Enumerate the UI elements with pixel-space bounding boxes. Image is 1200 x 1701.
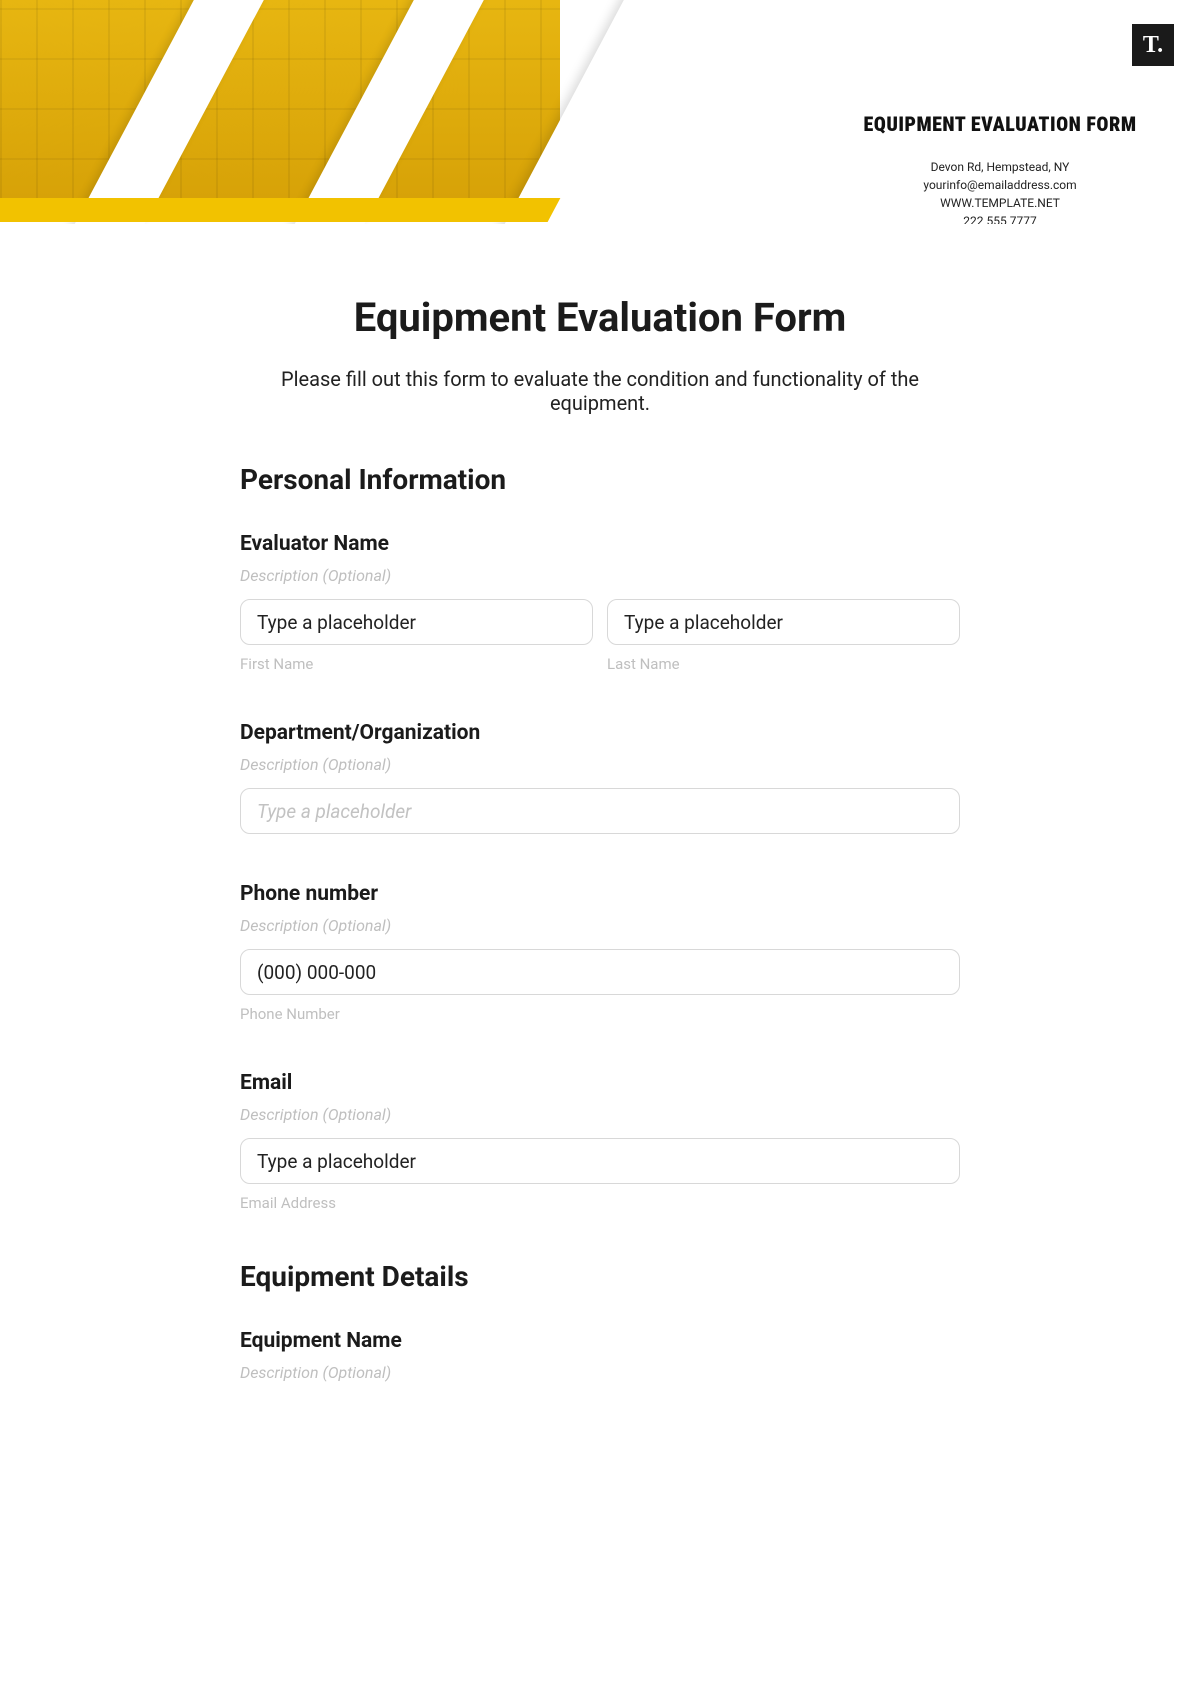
section-equipment-heading: Equipment Details [240, 1260, 960, 1293]
form-container: Equipment Evaluation Form Please fill ou… [190, 294, 1010, 1436]
contact-email: yourinfo@emailaddress.com [840, 176, 1160, 194]
field-description: Description (Optional) [240, 755, 960, 774]
field-equipment-name: Equipment Name Description (Optional) [240, 1329, 960, 1382]
phone-input[interactable] [240, 949, 960, 995]
field-department: Department/Organization Description (Opt… [240, 721, 960, 834]
brand-logo-text: T. [1143, 32, 1163, 59]
field-label: Phone number [240, 882, 960, 906]
contact-phone: 222 555 7777 [840, 212, 1160, 224]
banner-title: EQUIPMENT EVALUATION FORM [840, 112, 1160, 136]
last-name-input[interactable] [607, 599, 960, 645]
contact-website: WWW.TEMPLATE.NET [840, 194, 1160, 212]
field-label: Email [240, 1071, 960, 1095]
page-title: Equipment Evaluation Form [240, 294, 960, 341]
last-name-sublabel: Last Name [607, 655, 960, 673]
phone-sublabel: Phone Number [240, 1005, 960, 1023]
email-input[interactable] [240, 1138, 960, 1184]
banner-image [0, 0, 560, 210]
field-label: Evaluator Name [240, 532, 960, 556]
field-label: Department/Organization [240, 721, 960, 745]
field-description: Description (Optional) [240, 566, 960, 585]
first-name-input[interactable] [240, 599, 593, 645]
section-personal-heading: Personal Information [240, 463, 960, 496]
accent-bar [0, 198, 540, 222]
field-label: Equipment Name [240, 1329, 960, 1353]
email-sublabel: Email Address [240, 1194, 960, 1212]
field-description: Description (Optional) [240, 1363, 960, 1382]
field-description: Description (Optional) [240, 1105, 960, 1124]
field-email: Email Description (Optional) Email Addre… [240, 1071, 960, 1212]
banner-contact: Devon Rd, Hempstead, NY yourinfo@emailad… [840, 158, 1160, 224]
field-phone: Phone number Description (Optional) Phon… [240, 882, 960, 1023]
page-intro: Please fill out this form to evaluate th… [240, 367, 960, 415]
brand-logo: T. [1132, 24, 1174, 66]
header-banner: T. EQUIPMENT EVALUATION FORM Devon Rd, H… [0, 0, 1200, 224]
department-input[interactable] [240, 788, 960, 834]
field-description: Description (Optional) [240, 916, 960, 935]
field-evaluator-name: Evaluator Name Description (Optional) Fi… [240, 532, 960, 673]
first-name-sublabel: First Name [240, 655, 593, 673]
header-text-block: EQUIPMENT EVALUATION FORM Devon Rd, Hemp… [840, 112, 1160, 224]
contact-address: Devon Rd, Hempstead, NY [840, 158, 1160, 176]
